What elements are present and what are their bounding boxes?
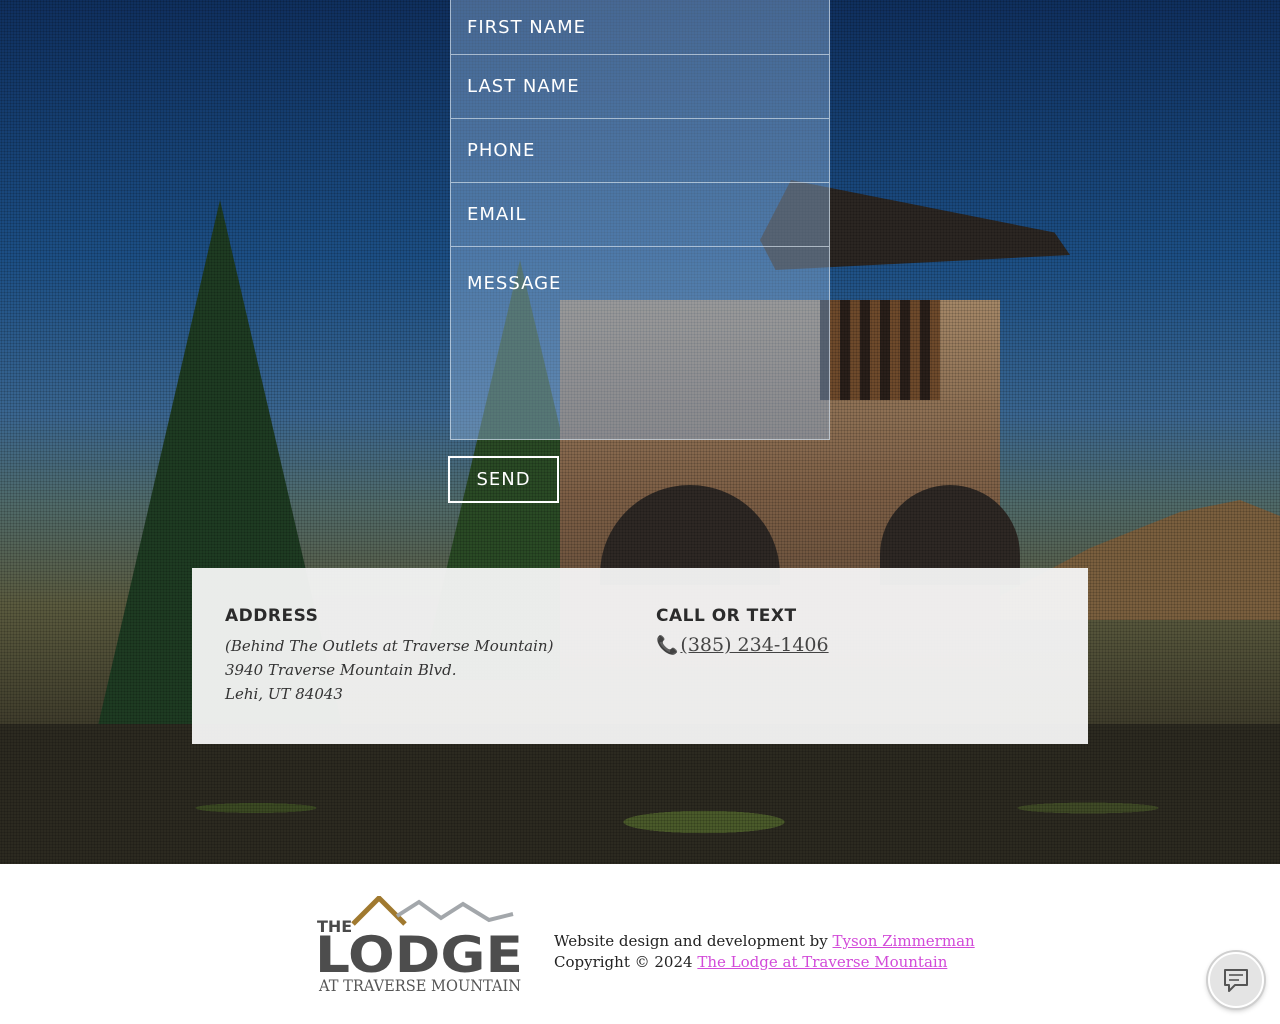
email-field[interactable]: EMAIL [450,183,830,247]
send-button[interactable]: SEND [448,456,559,503]
logo-line3: AT TRAVERSE MOUNTAIN [318,976,521,994]
phone-placeholder: PHONE [467,140,536,161]
footer: THE LODGE AT TRAVERSE MOUNTAIN Website d… [0,864,1280,1024]
footer-credits: Website design and development by Tyson … [554,931,975,973]
first-name-field[interactable]: FIRST NAME [450,0,830,55]
last-name-placeholder: LAST NAME [467,76,580,97]
address-heading: ADDRESS [225,606,319,626]
message-placeholder: MESSAGE [467,273,562,294]
last-name-field[interactable]: LAST NAME [450,55,830,119]
credit-line: Website design and development by Tyson … [554,931,975,952]
phone-link[interactable]: (385) 234-1406 [680,634,828,656]
lodge-link[interactable]: The Lodge at Traverse Mountain [697,953,947,971]
chat-bubble-icon [1224,969,1248,992]
contact-info-card: ADDRESS (Behind The Outlets at Traverse … [192,568,1088,744]
copyright-prefix: Copyright © 2024 [554,953,693,971]
address-column: ADDRESS (Behind The Outlets at Traverse … [225,606,553,706]
phone-row: 📞 (385) 234-1406 [656,634,829,656]
call-column: CALL OR TEXT 📞 (385) 234-1406 [656,606,829,656]
address-line: Lehi, UT 84043 [225,685,343,703]
call-heading: CALL OR TEXT [656,606,797,626]
designer-link[interactable]: Tyson Zimmerman [833,932,975,950]
address-line: (Behind The Outlets at Traverse Mountain… [225,637,554,655]
address-line: 3940 Traverse Mountain Blvd. [225,661,457,679]
credit-prefix: Website design and development by [554,932,828,950]
first-name-placeholder: FIRST NAME [467,16,586,38]
contact-form: FIRST NAME LAST NAME PHONE EMAIL MESSAGE [450,0,830,440]
phone-icon: 📞 [656,634,679,655]
chat-button[interactable] [1208,952,1264,1008]
lodge-logo: THE LODGE AT TRAVERSE MOUNTAIN [315,896,523,994]
email-placeholder: EMAIL [467,204,527,225]
message-textarea[interactable]: MESSAGE [450,247,830,440]
phone-field[interactable]: PHONE [450,119,830,183]
copyright-line: Copyright © 2024 The Lodge at Traverse M… [554,952,975,973]
